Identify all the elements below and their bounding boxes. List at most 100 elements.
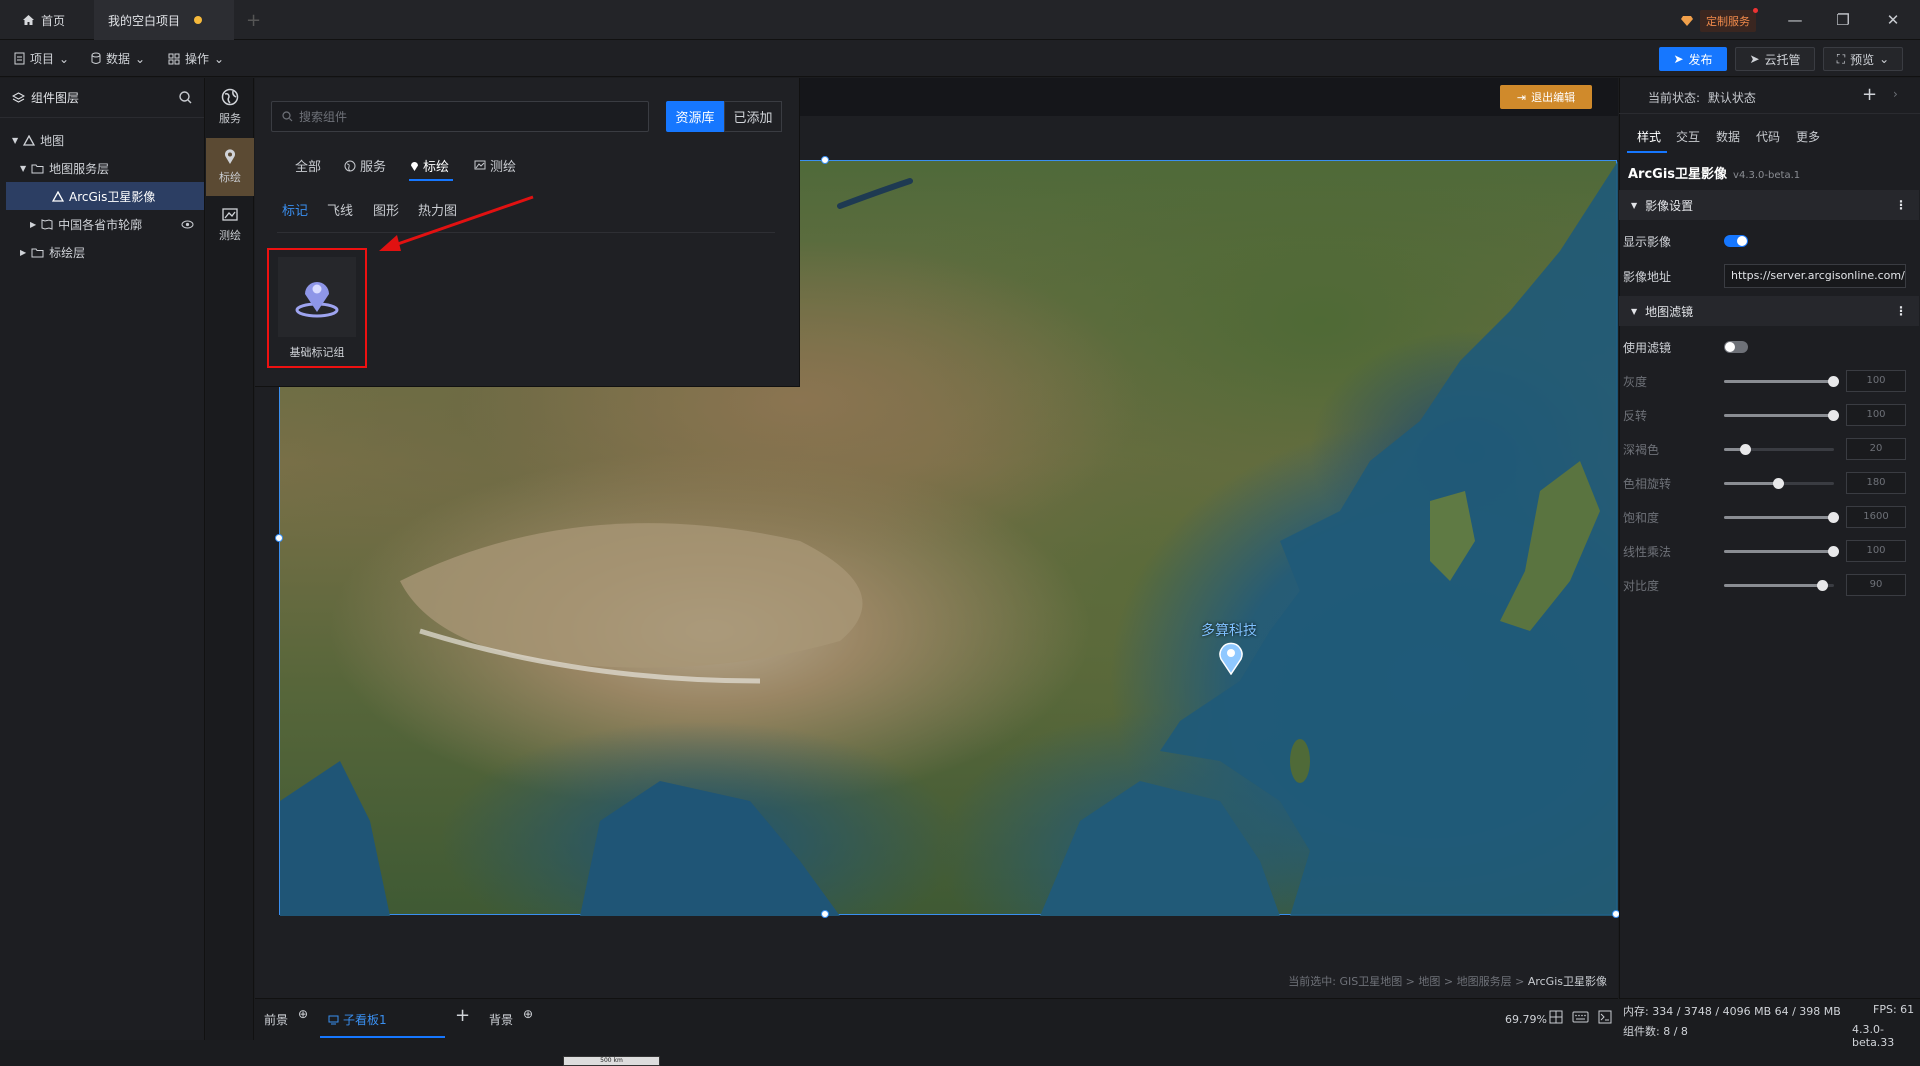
slider-knob[interactable] bbox=[1828, 512, 1839, 523]
component-rail: 服务 标绘 测绘 bbox=[206, 78, 254, 1040]
cloud-host-button[interactable]: ➤ 云托管 bbox=[1735, 47, 1815, 71]
resize-handle-bottom[interactable] bbox=[821, 910, 829, 918]
keyboard-icon[interactable] bbox=[1572, 1011, 1589, 1023]
subcategory-flyline[interactable]: 飞线 bbox=[327, 200, 353, 219]
slider-knob[interactable] bbox=[1740, 444, 1751, 455]
map-marker-label: 多算科技 bbox=[1201, 623, 1257, 639]
section-title: 影像设置 bbox=[1645, 198, 1694, 213]
tab-home[interactable]: 首页 bbox=[8, 0, 92, 40]
slider-knob[interactable] bbox=[1828, 410, 1839, 421]
map-pin-icon bbox=[293, 274, 341, 320]
menu-project[interactable]: 项目 ⌄ bbox=[14, 50, 69, 67]
child-panel-label: 子看板1 bbox=[343, 1013, 387, 1027]
tree-item-map-service-layer[interactable]: ▼ 地图服务层 bbox=[0, 154, 204, 182]
section-map-filter[interactable]: ▼ 地图滤镜 ⋮ bbox=[1619, 296, 1919, 326]
component-name: ArcGis卫星影像 bbox=[1628, 167, 1728, 182]
show-imagery-toggle[interactable] bbox=[1724, 235, 1748, 247]
tree-item-arcgis-imagery[interactable]: ArcGis卫星影像 bbox=[6, 182, 204, 210]
minimize-icon[interactable]: — bbox=[1780, 8, 1810, 32]
tab-project-label: 我的空白项目 bbox=[108, 13, 181, 28]
fit-screen-icon[interactable] bbox=[1549, 1010, 1563, 1024]
filter-value-input[interactable]: 90 bbox=[1846, 574, 1906, 596]
filter-slider[interactable] bbox=[1724, 444, 1834, 455]
more-vertical-icon[interactable]: ⋮ bbox=[1895, 304, 1907, 318]
filter-slider[interactable] bbox=[1724, 580, 1834, 591]
exit-edit-button[interactable]: ⇥ 退出编辑 bbox=[1500, 85, 1592, 109]
filter-value-input[interactable]: 100 bbox=[1846, 540, 1906, 562]
category-plot[interactable]: 标绘 bbox=[410, 156, 449, 175]
ruler-map-icon bbox=[474, 160, 486, 171]
category-service[interactable]: 服务 bbox=[344, 156, 386, 175]
imagery-url-input[interactable]: https://server.arcgisonline.com/arcgis bbox=[1724, 264, 1906, 288]
filter-slider[interactable] bbox=[1724, 410, 1839, 421]
add-circle-icon[interactable]: ⊕ bbox=[523, 1007, 533, 1021]
rail-plot-button[interactable]: 标绘 bbox=[206, 138, 254, 196]
map-marker-icon[interactable] bbox=[1218, 641, 1244, 675]
rail-service-button[interactable]: 服务 bbox=[206, 78, 254, 136]
category-all[interactable]: 全部 bbox=[295, 156, 321, 175]
search-icon[interactable] bbox=[179, 91, 192, 104]
component-card-basic-marker[interactable]: 基础标记组 bbox=[267, 248, 367, 368]
background-label: 背景 bbox=[489, 1013, 514, 1027]
category-measure[interactable]: 测绘 bbox=[474, 156, 516, 175]
filter-value-input[interactable]: 180 bbox=[1846, 472, 1906, 494]
tab-added[interactable]: 已添加 bbox=[724, 101, 782, 132]
slider-knob[interactable] bbox=[1828, 546, 1839, 557]
exit-icon: ⇥ bbox=[1516, 90, 1527, 104]
add-circle-icon[interactable]: ⊕ bbox=[298, 1007, 308, 1021]
breadcrumb-path: GIS卫星地图 > 地图 > 地图服务层 > bbox=[1339, 975, 1528, 988]
use-filter-toggle[interactable] bbox=[1724, 341, 1748, 353]
filter-slider[interactable] bbox=[1724, 546, 1839, 557]
component-search-input[interactable]: 搜索组件 bbox=[271, 101, 649, 132]
map-layer-icon bbox=[52, 190, 64, 202]
slider-knob[interactable] bbox=[1828, 376, 1839, 387]
add-panel-button[interactable]: + bbox=[455, 1005, 470, 1026]
foreground-tab[interactable]: 前景 ⊕ bbox=[264, 1007, 308, 1028]
tab-code[interactable]: 代码 bbox=[1756, 128, 1780, 145]
filter-slider[interactable] bbox=[1724, 478, 1834, 489]
filter-slider[interactable] bbox=[1724, 512, 1839, 523]
component-count: 组件数: 8 / 8 bbox=[1623, 1025, 1688, 1038]
tab-data[interactable]: 数据 bbox=[1716, 128, 1740, 145]
menu-data[interactable]: 数据 ⌄ bbox=[91, 50, 145, 67]
tree-item-map[interactable]: ▼ 地图 bbox=[0, 126, 204, 154]
restore-icon[interactable]: ❐ bbox=[1828, 8, 1858, 32]
ruler-map-icon bbox=[222, 207, 238, 223]
tree-item-label: 地图服务层 bbox=[49, 161, 110, 176]
preview-button[interactable]: ⛶ 预览 ⌄ bbox=[1823, 47, 1903, 71]
globe-icon bbox=[221, 88, 239, 106]
custom-service-button[interactable]: 定制服务 bbox=[1680, 8, 1758, 32]
menu-operate[interactable]: 操作 ⌄ bbox=[168, 50, 224, 67]
zoom-level: 69.79% bbox=[1505, 1013, 1547, 1026]
more-vertical-icon[interactable]: ⋮ bbox=[1895, 198, 1907, 212]
tab-project[interactable]: 我的空白项目 bbox=[94, 0, 234, 40]
filter-value-input[interactable]: 100 bbox=[1846, 404, 1906, 426]
subcategory-marker[interactable]: 标记 bbox=[282, 200, 308, 219]
eye-off-icon[interactable] bbox=[181, 220, 194, 229]
tab-resource-library[interactable]: 资源库 bbox=[666, 101, 724, 132]
tab-more[interactable]: 更多 bbox=[1796, 128, 1820, 145]
add-state-icon[interactable]: + bbox=[1862, 84, 1877, 105]
close-icon[interactable]: ✕ bbox=[1878, 8, 1908, 32]
filter-slider[interactable] bbox=[1724, 376, 1839, 387]
resize-handle-top[interactable] bbox=[821, 156, 829, 164]
background-tab[interactable]: 背景 ⊕ bbox=[489, 1007, 533, 1028]
filter-value-input[interactable]: 100 bbox=[1846, 370, 1906, 392]
filter-value-input[interactable]: 20 bbox=[1846, 438, 1906, 460]
tab-style[interactable]: 样式 bbox=[1637, 128, 1661, 145]
publish-button[interactable]: ➤ 发布 bbox=[1659, 47, 1727, 71]
tree-item-plot-layer[interactable]: ▶ 标绘层 bbox=[0, 238, 204, 266]
section-imagery-settings[interactable]: ▼ 影像设置 ⋮ bbox=[1619, 190, 1919, 220]
slider-knob[interactable] bbox=[1817, 580, 1828, 591]
resize-handle-left[interactable] bbox=[275, 534, 283, 542]
slider-knob[interactable] bbox=[1773, 478, 1784, 489]
terminal-icon[interactable] bbox=[1598, 1010, 1612, 1024]
rail-measure-button[interactable]: 测绘 bbox=[206, 196, 254, 254]
filter-value-input[interactable]: 1600 bbox=[1846, 506, 1906, 528]
new-tab-button[interactable]: + bbox=[246, 10, 261, 31]
tab-interaction[interactable]: 交互 bbox=[1676, 128, 1700, 145]
tree-item-province-outline[interactable]: ▶ 中国各省市轮廓 bbox=[0, 210, 204, 238]
chevron-right-icon[interactable]: › bbox=[1893, 87, 1898, 101]
selection-breadcrumb: 当前选中: GIS卫星地图 > 地图 > 地图服务层 > ArcGis卫星影像 bbox=[1288, 973, 1607, 989]
child-panel-tab[interactable]: 子看板1 bbox=[328, 1011, 387, 1028]
